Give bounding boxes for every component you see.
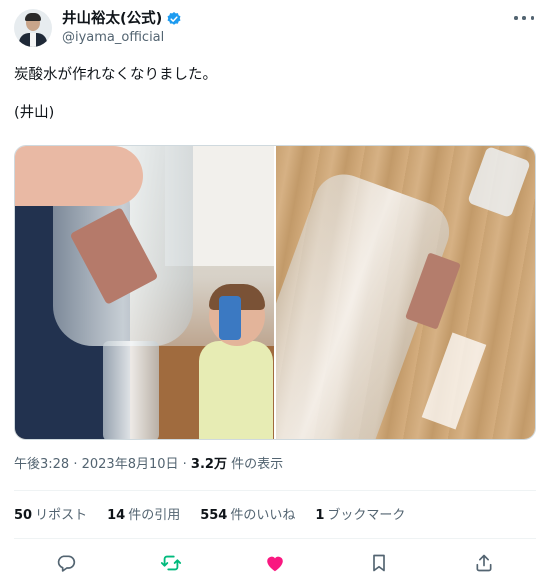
bottle-strip — [421, 332, 487, 430]
divider — [14, 490, 536, 491]
child-body — [199, 341, 273, 439]
photo-bottle-and-child[interactable] — [15, 146, 274, 439]
quotes-label: 件の引用 — [128, 508, 181, 523]
tweet-date[interactable]: 2023年8月10日 — [82, 457, 179, 472]
tweet-text-line: 炭酸水が作れなくなりました。 — [14, 67, 217, 83]
bookmark-button[interactable] — [366, 550, 392, 576]
photo-bottle-on-table[interactable] — [276, 146, 535, 439]
reposts-label: リポスト — [35, 508, 88, 523]
bottle-neck — [467, 146, 531, 219]
more-dot — [530, 16, 534, 20]
verified-badge-icon — [167, 12, 181, 25]
media-grid — [14, 145, 536, 440]
photo-hand — [15, 146, 143, 206]
views-label: 件の表示 — [226, 457, 284, 472]
quotes-stat[interactable]: 14 件の引用 — [107, 507, 180, 525]
meta-separator: · — [69, 457, 82, 472]
avatar[interactable] — [14, 9, 52, 47]
tweet-text-line: (井山) — [14, 105, 55, 121]
reply-icon — [57, 555, 76, 572]
author-display-name-row[interactable]: 井山裕太(公式) — [62, 10, 182, 28]
avatar-hair — [25, 13, 41, 21]
quotes-count: 14 — [107, 508, 126, 523]
likes-label: 件のいいね — [230, 508, 296, 523]
tweet-time[interactable]: 午後3:28 — [14, 457, 69, 472]
more-dot — [522, 16, 526, 20]
author-handle[interactable]: @iyama_official — [62, 29, 182, 47]
author-display-name[interactable]: 井山裕太(公式) — [62, 10, 162, 28]
likes-count: 554 — [200, 508, 228, 523]
bookmarks-stat[interactable]: 1 ブックマーク — [315, 507, 405, 525]
share-button[interactable] — [471, 550, 497, 576]
more-dot — [514, 16, 518, 20]
action-bar — [14, 550, 536, 576]
bookmarks-count: 1 — [315, 508, 325, 523]
more-options-icon[interactable] — [514, 11, 534, 25]
avatar-shirt — [30, 33, 36, 47]
repost-icon — [160, 555, 181, 571]
like-button[interactable] — [262, 550, 288, 576]
bookmark-icon — [373, 554, 386, 572]
photo-child — [195, 284, 274, 439]
likes-stat[interactable]: 554 件のいいね — [200, 507, 295, 525]
views-count: 3.2万 — [190, 457, 227, 472]
child-phone — [219, 296, 241, 340]
share-icon — [476, 554, 492, 572]
tweet-text: 炭酸水が作れなくなりました。 (井山) — [14, 66, 534, 142]
bookmarks-label: ブックマーク — [327, 508, 406, 523]
tweet-meta: 午後3:28 · 2023年8月10日 · 3.2万 件の表示 — [14, 456, 283, 474]
bottle-neck — [103, 341, 159, 439]
engagement-stats: 50 リポスト 14 件の引用 554 件のいいね 1 ブックマーク — [14, 507, 405, 525]
reply-button[interactable] — [53, 550, 79, 576]
photo-bottle — [276, 146, 535, 439]
repost-button[interactable] — [158, 550, 184, 576]
reposts-stat[interactable]: 50 リポスト — [14, 507, 87, 525]
divider — [14, 538, 536, 539]
reposts-count: 50 — [14, 508, 33, 523]
like-icon — [267, 556, 283, 572]
tweet-header: 井山裕太(公式) @iyama_official — [14, 9, 536, 49]
author-names: 井山裕太(公式) @iyama_official — [62, 10, 182, 47]
meta-separator: · — [178, 457, 191, 472]
